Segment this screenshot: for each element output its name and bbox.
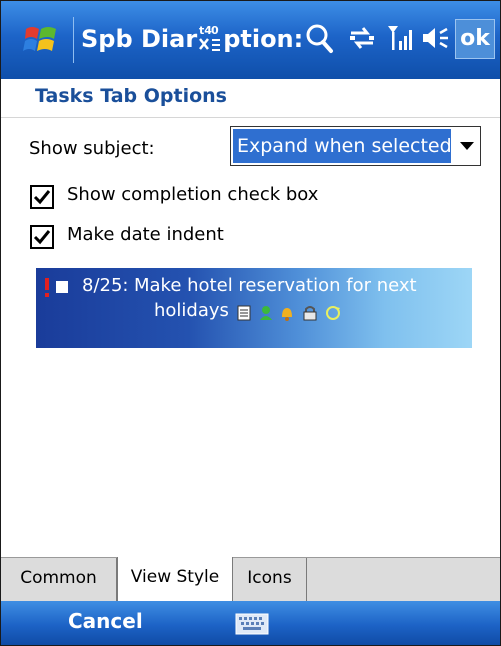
svg-text:0: 0 — [211, 24, 219, 37]
dropdown-arrow-icon[interactable] — [460, 142, 474, 150]
cancel-button[interactable]: Cancel — [68, 609, 143, 633]
task-checkbox-icon — [56, 281, 68, 293]
ok-button[interactable]: ok — [455, 19, 495, 59]
signal-icon[interactable] — [385, 21, 417, 55]
title-text-part1: Spb Diar — [81, 25, 198, 53]
ime-indicator-icon: t4 0 — [199, 24, 221, 51]
task-text-line2: holidays — [154, 300, 229, 321]
pda-screen: Spb Diar t4 0 ption: ok Tasks Tab Option… — [0, 0, 501, 646]
recurrence-icon — [326, 306, 340, 320]
show-subject-selected-value: Expand when selected — [233, 129, 451, 163]
checkmark-icon — [33, 190, 51, 205]
task-date: 8/25: — [82, 275, 129, 296]
search-icon[interactable] — [305, 21, 335, 55]
tab-common[interactable]: Common — [1, 558, 117, 601]
show-subject-dropdown[interactable]: Expand when selected — [230, 126, 481, 166]
window-title: Spb Diar t4 0 ption: — [81, 23, 303, 53]
page-title: Tasks Tab Options — [35, 85, 227, 107]
title-separator — [73, 17, 74, 63]
priority-icon — [45, 278, 49, 297]
connectivity-icon[interactable] — [347, 21, 377, 55]
tab-icons[interactable]: Icons — [233, 558, 307, 601]
keyboard-icon[interactable] — [235, 613, 269, 635]
checkmark-icon — [33, 230, 51, 245]
note-icon — [237, 305, 251, 321]
task-preview: 8/25: Make hotel reservation for next ho… — [36, 268, 472, 348]
date-indent-label[interactable]: Make date indent — [67, 224, 224, 245]
soft-key-bar: Cancel — [1, 601, 500, 645]
contact-icon — [260, 306, 272, 320]
task-text-line1: Make hotel reservation for next — [134, 275, 417, 296]
show-completion-label[interactable]: Show completion check box — [67, 184, 318, 205]
tab-view-style[interactable]: View Style — [117, 557, 233, 602]
reminder-bell-icon — [282, 308, 292, 321]
date-indent-checkbox[interactable] — [30, 225, 54, 249]
lock-icon — [303, 306, 317, 321]
page-header: Tasks Tab Options — [1, 79, 500, 118]
volume-icon[interactable] — [421, 21, 451, 55]
title-bar: Spb Diar t4 0 ption: ok — [1, 1, 500, 79]
windows-start-icon[interactable] — [23, 23, 59, 57]
show-subject-label: Show subject: — [29, 138, 155, 159]
show-completion-checkbox[interactable] — [30, 185, 54, 209]
title-text-part2: ption: — [223, 25, 304, 53]
tab-bar: Common View Style Icons — [1, 557, 500, 602]
